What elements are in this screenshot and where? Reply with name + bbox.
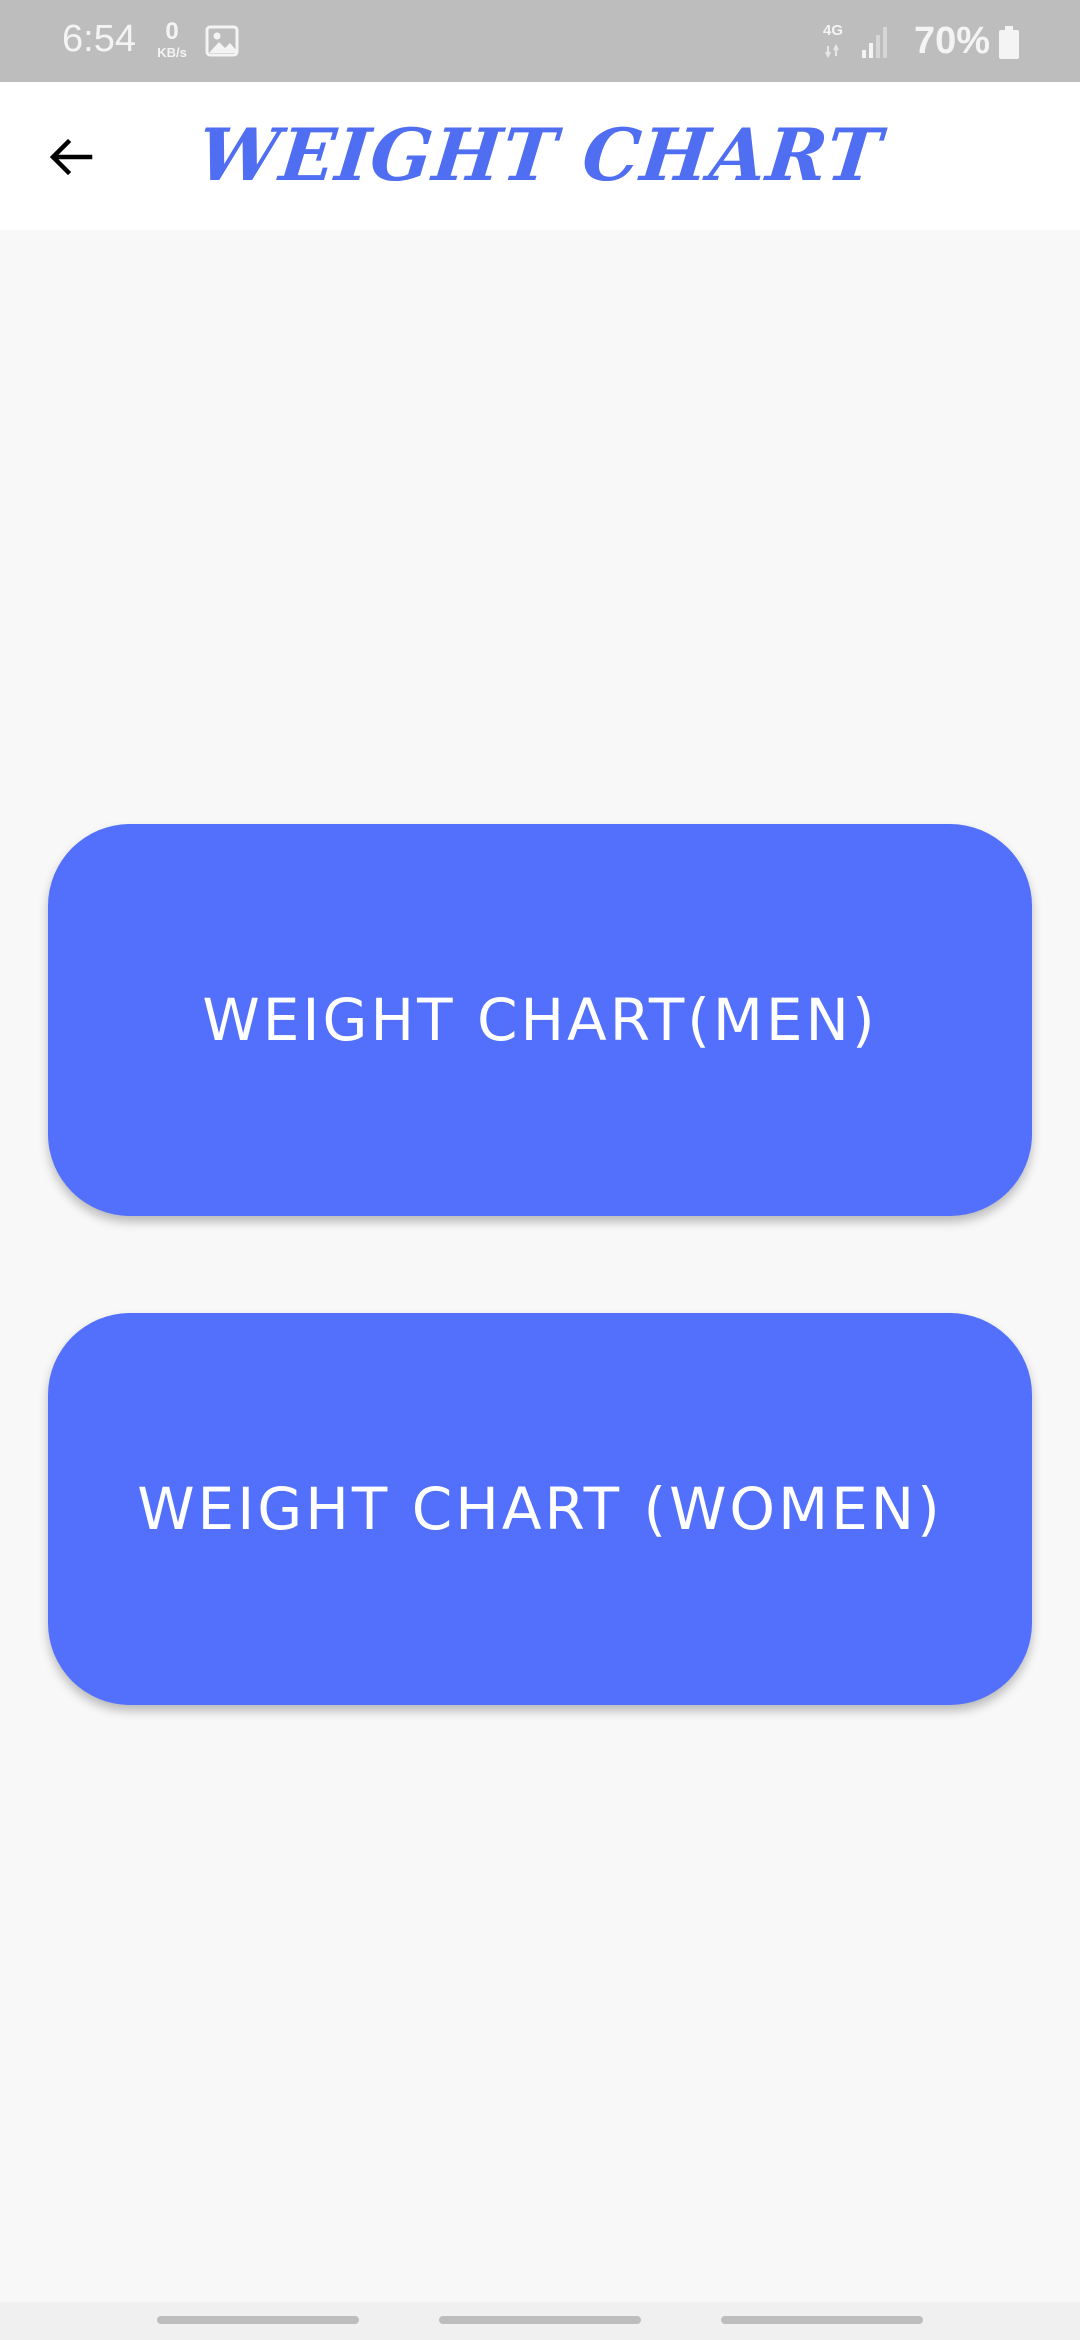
data-speed-value: 0 — [165, 18, 179, 45]
gallery-icon — [205, 24, 239, 58]
nav-back-button[interactable] — [721, 2316, 923, 2324]
battery-percent: 70% — [914, 20, 991, 62]
system-nav-bar — [0, 2302, 1080, 2340]
nav-recent-button[interactable] — [157, 2316, 359, 2324]
page-title: WEIGHT CHART — [194, 112, 886, 197]
data-speed-unit: KB/s — [157, 45, 187, 60]
data-speed-indicator: 0 KB/s — [152, 18, 192, 60]
weight-chart-women-label: WEIGHT CHART (WOMEN) — [137, 1475, 943, 1543]
weight-chart-men-label: WEIGHT CHART(MEN) — [202, 986, 878, 1054]
weight-chart-women-button[interactable]: WEIGHT CHART (WOMEN) — [48, 1313, 1032, 1705]
nav-home-button[interactable] — [439, 2316, 641, 2324]
weight-chart-men-button[interactable]: WEIGHT CHART(MEN) — [48, 824, 1032, 1216]
signal-icon: 4G — [823, 22, 903, 62]
status-time: 6:54 — [62, 18, 136, 60]
status-bar: 6:54 0 KB/s 4G 70% — [0, 0, 1080, 82]
app-bar: WEIGHT CHART — [0, 82, 1080, 230]
battery-icon — [998, 26, 1020, 60]
